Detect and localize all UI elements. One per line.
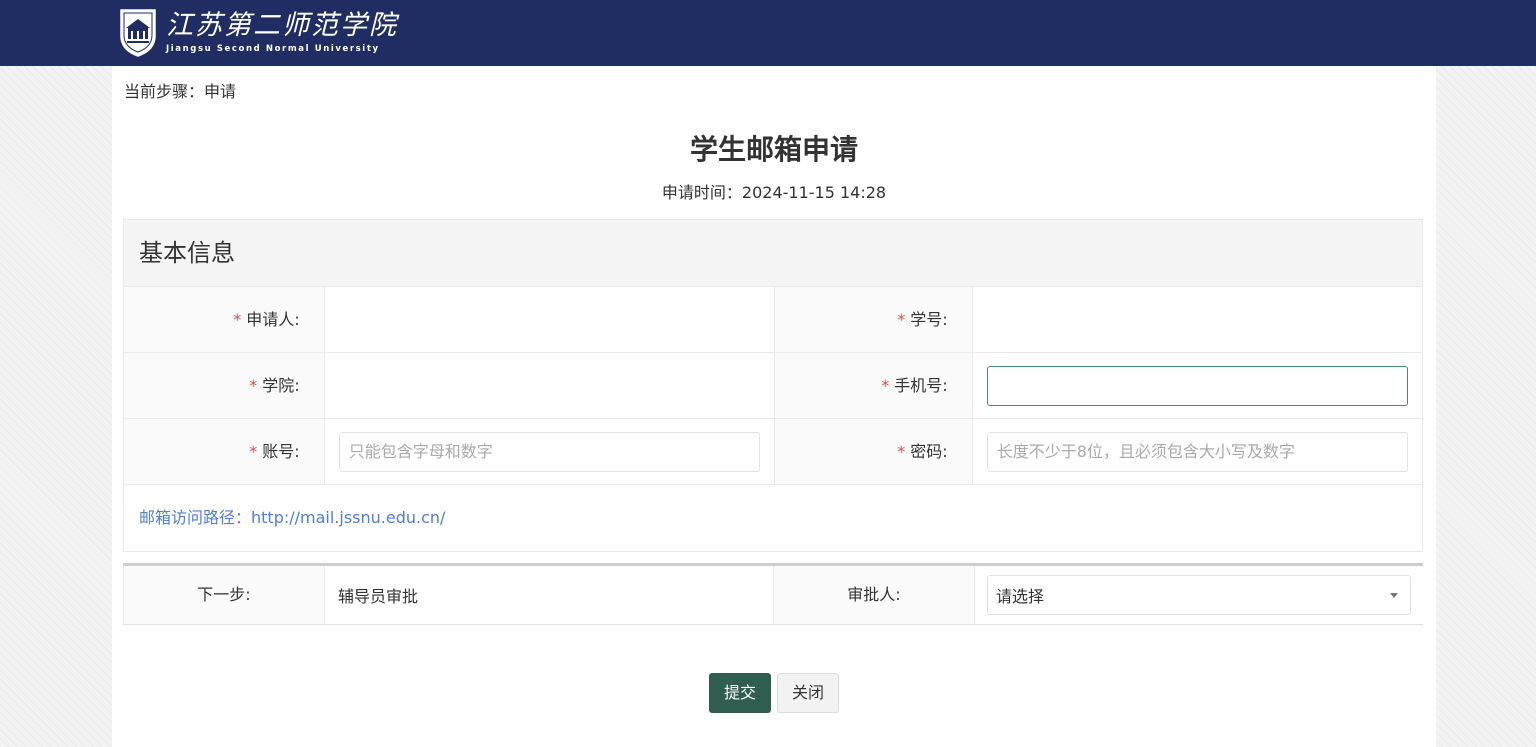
required-mark: * bbox=[881, 376, 890, 395]
account-label: * 账号: bbox=[124, 419, 325, 484]
approver-label: 审批人: bbox=[773, 566, 975, 624]
approver-selected-value: 请选择 bbox=[996, 587, 1045, 606]
form-row-account: *账号: *密码: bbox=[124, 418, 1422, 484]
approver-select[interactable]: 请选择 bbox=[987, 575, 1411, 615]
submit-button[interactable]: 提交 bbox=[708, 673, 771, 713]
close-button[interactable]: 关闭 bbox=[777, 673, 840, 713]
password-cell bbox=[973, 419, 1422, 484]
phone-cell bbox=[973, 353, 1422, 418]
college-label: * 学院: bbox=[124, 353, 325, 418]
required-mark: * bbox=[897, 442, 906, 461]
account-cell bbox=[325, 419, 774, 484]
chevron-down-icon bbox=[1390, 592, 1398, 598]
university-seal-icon bbox=[120, 9, 156, 57]
student-id-value bbox=[973, 287, 1422, 352]
applicant-label: * 申请人: bbox=[124, 287, 325, 352]
current-step: 当前步骤：申请 bbox=[124, 82, 237, 101]
section-title: 基本信息 bbox=[124, 220, 1422, 286]
page-title: 学生邮箱申请 bbox=[689, 133, 858, 166]
account-input[interactable] bbox=[338, 431, 760, 472]
required-mark: * bbox=[897, 310, 906, 329]
logo-english-name: Jiangsu Second Normal University bbox=[166, 44, 380, 54]
next-step-row: 下一步: 辅导员审批 审批人: 请选择 bbox=[123, 563, 1423, 625]
required-mark: * bbox=[249, 376, 258, 395]
form-row-applicant: * 申请人: * 学号: bbox=[124, 286, 1422, 352]
logo-chinese-name: 江苏第二师范学院 bbox=[166, 10, 398, 41]
phone-label: * 手机号: bbox=[774, 353, 973, 418]
logo-text: 江苏第二师范学院 Jiangsu Second Normal Universit… bbox=[166, 10, 398, 54]
approver-cell: 请选择 bbox=[975, 566, 1423, 624]
apply-time: 申请时间：2024-11-15 14:28 bbox=[112, 179, 1436, 203]
form-row-college: * 学院: * 手机号: bbox=[124, 352, 1422, 418]
main-page: 当前步骤：申请 学生邮箱申请 申请时间：2024-11-15 14:28 基本信… bbox=[112, 66, 1436, 747]
password-input[interactable] bbox=[986, 431, 1408, 472]
next-step-value: 辅导员审批 bbox=[338, 587, 419, 606]
apply-time-label: 申请时间： bbox=[661, 183, 742, 202]
top-header: 江苏第二师范学院 Jiangsu Second Normal Universit… bbox=[0, 0, 1536, 66]
required-mark: * bbox=[233, 310, 242, 329]
basic-info-section: 基本信息 *申请人: *学号: *学院: *手机号: *账号: *密码: bbox=[123, 219, 1423, 552]
college-value bbox=[325, 353, 774, 418]
apply-time-value: 2024-11-15 14:28 bbox=[741, 183, 887, 202]
applicant-value bbox=[325, 287, 774, 352]
next-step-label: 下一步: bbox=[123, 566, 325, 624]
university-logo[interactable]: 江苏第二师范学院 Jiangsu Second Normal Universit… bbox=[118, 4, 398, 60]
password-label: * 密码: bbox=[774, 419, 973, 484]
mail-access-link[interactable]: 邮箱访问路径：http://mail.jssnu.edu.cn/ bbox=[124, 484, 1422, 550]
student-id-label: * 学号: bbox=[774, 287, 973, 352]
required-mark: * bbox=[249, 442, 258, 461]
phone-input[interactable] bbox=[986, 365, 1408, 406]
action-buttons: 提交 关闭 bbox=[112, 673, 1436, 713]
